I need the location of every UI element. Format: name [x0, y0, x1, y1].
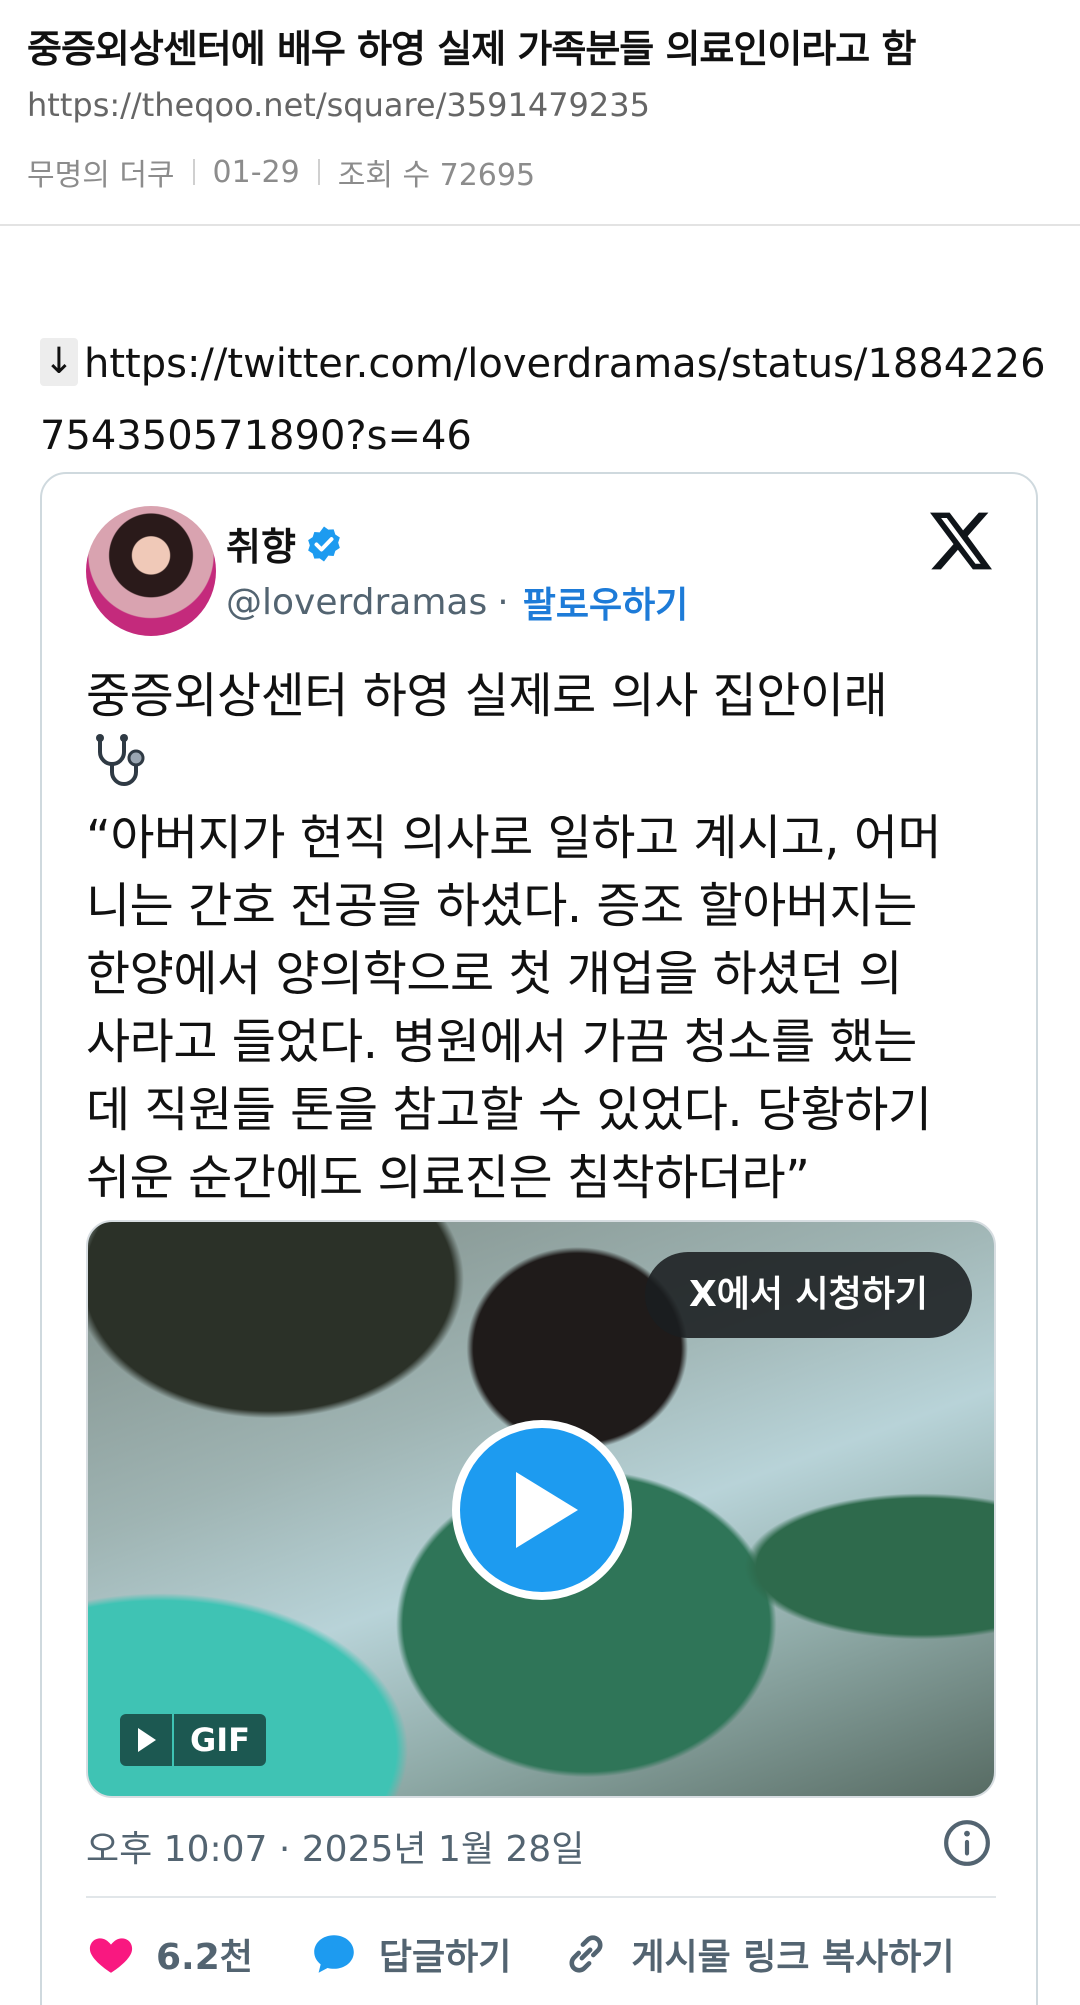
like-count: 6.2천: [156, 1937, 253, 1978]
avatar[interactable]: [86, 506, 216, 636]
display-name[interactable]: 취향: [226, 516, 296, 571]
post-date: 01-29: [212, 154, 300, 190]
heart-icon: [89, 1938, 133, 1973]
gif-label: GIF: [174, 1714, 267, 1766]
post-author: 무명의 더쿠: [27, 158, 175, 193]
like-button[interactable]: 6.2천: [86, 1928, 253, 1980]
tweet-text-line: 데 직원들 톤을 참고할 수 있었다. 당황하기: [86, 1082, 932, 1138]
tweet-source-link: ↓ https://twitter.com/loverdramas/status/…: [40, 328, 1050, 472]
tweet-timestamp[interactable]: 오후 10:07 · 2025년 1월 28일: [86, 1820, 584, 1872]
follow-button[interactable]: 팔로우하기: [523, 576, 689, 628]
post-url[interactable]: https://theqoo.net/square/3591479235: [27, 86, 650, 124]
handle-row: @loverdramas · 팔로우하기: [226, 576, 688, 628]
tweet-emoji-line: [86, 730, 996, 804]
watch-on-x-button[interactable]: X에서 시청하기: [644, 1252, 972, 1338]
tweet-url-link[interactable]: https://twitter.com/loverdramas/status/1…: [40, 341, 1046, 459]
tweet-text-line: “아버지가 현직 의사로 일하고 계시고, 어머: [86, 810, 942, 866]
reply-button[interactable]: 답글하기: [309, 1928, 511, 1980]
info-icon[interactable]: [942, 1818, 992, 1868]
play-icon: [516, 1472, 578, 1548]
post-meta: 무명의 더쿠 01-29 조회 수 72695: [27, 150, 535, 194]
meta-divider: [317, 159, 320, 185]
tweet-text-line: 중증외상센터 하영 실제로 의사 집안이래: [86, 668, 888, 724]
verified-badge-icon: [308, 526, 340, 561]
reply-label: 답글하기: [378, 1937, 512, 1978]
copy-link-button[interactable]: 게시물 링크 복사하기: [561, 1928, 955, 1980]
tweet-text: 중증외상센터 하영 실제로 의사 집안이래 “아버지가 현직 의사로 일하고 계…: [86, 662, 996, 1212]
tweet-text-line: 사라고 들었다. 병원에서 가끔 청소를 했는: [86, 1014, 917, 1070]
tweet-media-video[interactable]: X에서 시청하기 GIF: [86, 1220, 996, 1798]
tweet-text-line: 쉬운 순간에도 의료진은 침착하더라”: [86, 1150, 810, 1206]
post-header: 중증외상센터에 배우 하영 실제 가족분들 의료인이라고 함 https://t…: [0, 0, 1080, 226]
tweet-text-line: 니는 간호 전공을 하셨다. 증조 할아버지는: [86, 878, 917, 934]
tweet-text-line: 한양에서 양의학으로 첫 개업을 하셨던 의: [86, 946, 903, 1002]
reply-bubble-icon: [314, 1935, 354, 1973]
play-button[interactable]: [452, 1420, 632, 1600]
meta-divider: [192, 159, 195, 185]
handle-separator: ·: [497, 581, 509, 623]
stethoscope-icon: [96, 734, 145, 786]
tweet-author[interactable]: 취향: [226, 516, 344, 571]
x-logo-icon[interactable]: [930, 512, 992, 570]
link-icon: [569, 1935, 603, 1973]
copy-link-label: 게시물 링크 복사하기: [631, 1937, 955, 1978]
gif-badge[interactable]: GIF: [120, 1714, 267, 1766]
gif-play-icon: [120, 1714, 172, 1766]
post-title[interactable]: 중증외상센터에 배우 하영 실제 가족분들 의료인이라고 함: [27, 18, 916, 73]
action-divider: [86, 1896, 996, 1898]
embedded-tweet[interactable]: 취향 @loverdramas · 팔로우하기 중증외상센터 하영 실제로 의사…: [40, 472, 1038, 2005]
tweet-actions: 6.2천 답글하기 게시물 링크 복사하기: [86, 1914, 996, 1994]
tweet-handle[interactable]: @loverdramas: [226, 582, 487, 623]
post-views: 조회 수 72695: [337, 158, 536, 193]
down-arrow-icon: ↓: [40, 338, 78, 386]
